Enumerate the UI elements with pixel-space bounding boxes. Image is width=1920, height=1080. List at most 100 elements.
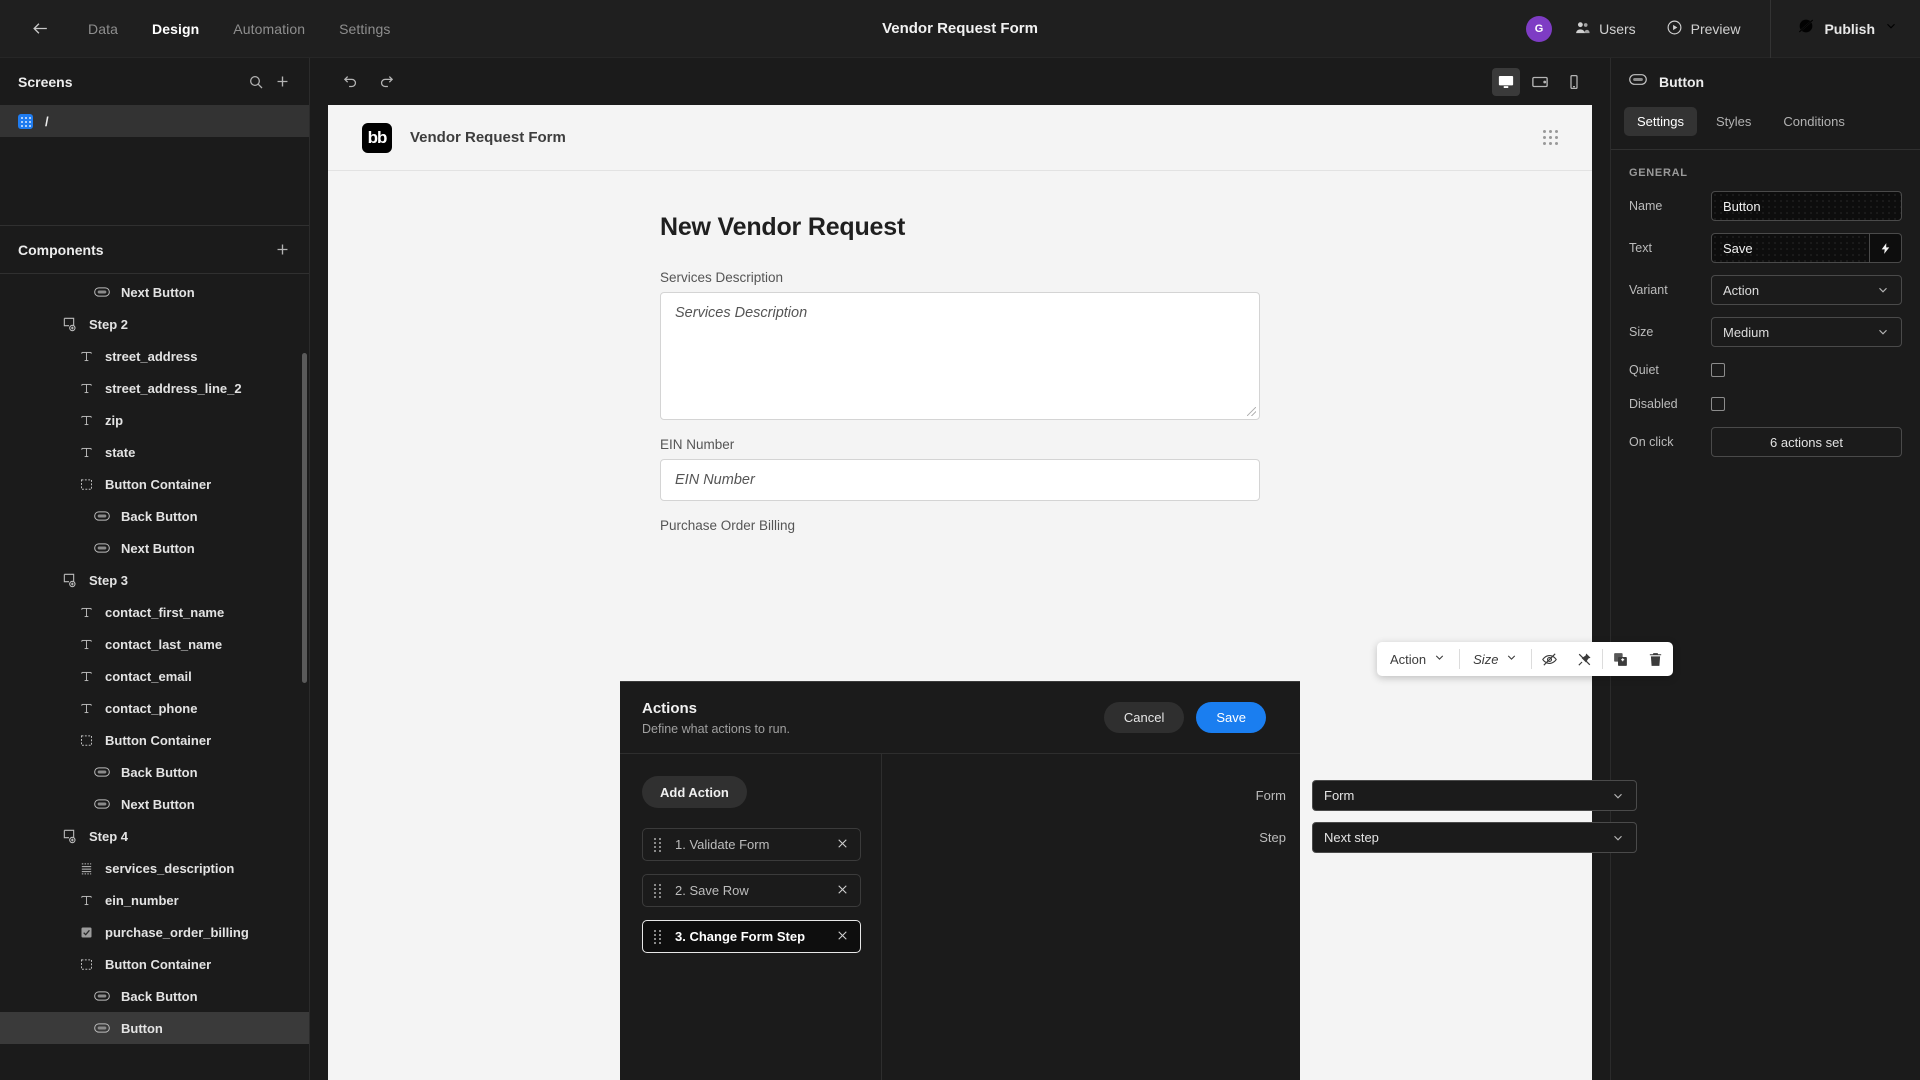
text-input[interactable]: Save — [1711, 233, 1870, 263]
tree-item-button[interactable]: Button — [0, 1012, 309, 1044]
undo-icon[interactable] — [336, 68, 364, 96]
nav-tab-design[interactable]: Design — [152, 21, 199, 37]
variant-label: Action — [1390, 651, 1427, 667]
tree-item-state[interactable]: state — [0, 436, 309, 468]
ein-number-input[interactable]: EIN Number — [660, 459, 1260, 501]
tree-item-street-address[interactable]: street_address — [0, 340, 309, 372]
tree-item-ein-number[interactable]: ein_number — [0, 884, 309, 916]
tree-item-next-button[interactable]: Next Button — [0, 532, 309, 564]
remove-action-icon[interactable] — [836, 929, 849, 944]
name-input[interactable]: Button — [1711, 191, 1902, 221]
tab-styles[interactable]: Styles — [1703, 107, 1764, 136]
tree-item-back-button[interactable]: Back Button — [0, 500, 309, 532]
binding-lightning-icon[interactable] — [1870, 233, 1902, 263]
nav-tab-settings[interactable]: Settings — [339, 21, 390, 37]
form-select[interactable]: Form — [1312, 780, 1637, 811]
redo-icon[interactable] — [372, 68, 400, 96]
tree-item-back-button[interactable]: Back Button — [0, 756, 309, 788]
action-item-3[interactable]: 3. Change Form Step — [642, 920, 861, 953]
tree-item-contact-email[interactable]: contact_email — [0, 660, 309, 692]
tree-item-button-container[interactable]: Button Container — [0, 948, 309, 980]
tree-item-purchase-order-billing[interactable]: purchase_order_billing — [0, 916, 309, 948]
tree-item-label: Step 2 — [89, 316, 129, 332]
actions-drawer: Actions Define what actions to run. Canc… — [620, 681, 1637, 1080]
nav-tab-data[interactable]: Data — [88, 21, 118, 37]
trash-icon[interactable] — [1638, 642, 1673, 676]
cancel-button[interactable]: Cancel — [1103, 702, 1185, 733]
tree-item-services-description[interactable]: services_description — [0, 852, 309, 884]
action-item-1[interactable]: 1. Validate Form — [642, 828, 861, 861]
tree-item-step-2[interactable]: Step 2 — [0, 308, 309, 340]
tree-item-contact-phone[interactable]: contact_phone — [0, 692, 309, 724]
resize-handle[interactable] — [1247, 407, 1256, 416]
drag-handle-icon[interactable] — [654, 929, 661, 944]
step-icon — [62, 316, 78, 332]
button-icon — [94, 510, 110, 522]
property-label-size: Size — [1629, 325, 1654, 339]
action-item-label: 1. Validate Form — [675, 837, 770, 852]
tab-conditions[interactable]: Conditions — [1770, 107, 1857, 136]
add-screen-icon[interactable] — [274, 73, 291, 90]
text-field-icon — [78, 413, 94, 428]
mobile-icon[interactable] — [1560, 68, 1588, 96]
avatar[interactable]: G — [1526, 15, 1553, 42]
section-title-general: GENERAL — [1629, 167, 1688, 179]
preview-label: Preview — [1690, 20, 1741, 37]
add-action-button[interactable]: Add Action — [642, 776, 747, 808]
tree-item-street-address-line-2[interactable]: street_address_line_2 — [0, 372, 309, 404]
save-button[interactable]: Save — [1196, 702, 1266, 733]
tree-item-label: purchase_order_billing — [105, 924, 249, 940]
variant-dropdown[interactable]: Action — [1377, 642, 1459, 676]
screen-item-root[interactable]: / — [0, 105, 309, 137]
play-circle-icon — [1666, 19, 1683, 39]
tree-item-next-button[interactable]: Next Button — [0, 788, 309, 820]
tree-item-button-container[interactable]: Button Container — [0, 468, 309, 500]
drag-handle-icon[interactable] — [654, 883, 661, 898]
tree-item-step-3[interactable]: Step 3 — [0, 564, 309, 596]
users-button[interactable]: Users — [1574, 19, 1636, 39]
search-icon[interactable] — [248, 74, 264, 90]
tree-item-contact-last-name[interactable]: contact_last_name — [0, 628, 309, 660]
quiet-checkbox[interactable] — [1711, 363, 1725, 377]
long-form-icon — [78, 861, 94, 876]
components-panel-header: Components — [0, 226, 309, 273]
field-label-purchase-order-billing: Purchase Order Billing — [660, 518, 796, 533]
tree-item-button-container[interactable]: Button Container — [0, 724, 309, 756]
tree-item-label: ein_number — [105, 892, 179, 908]
remove-action-icon[interactable] — [836, 883, 849, 898]
tablet-icon[interactable] — [1526, 68, 1554, 96]
remove-action-icon[interactable] — [836, 837, 849, 852]
preview-app-header: bb Vendor Request Form — [328, 105, 1592, 171]
tab-settings[interactable]: Settings — [1624, 107, 1697, 136]
size-dropdown[interactable]: Size — [1460, 642, 1531, 676]
services-description-textarea[interactable]: Services Description — [660, 292, 1260, 420]
tree-item-label: Next Button — [121, 796, 195, 812]
tree-item-zip[interactable]: zip — [0, 404, 309, 436]
tree-item-back-button[interactable]: Back Button — [0, 980, 309, 1012]
tree-item-label: Button Container — [105, 476, 212, 492]
nav-tab-automation[interactable]: Automation — [233, 21, 305, 37]
tree-item-label: services_description — [105, 860, 235, 876]
grid-dots-icon[interactable] — [1543, 130, 1558, 145]
add-component-icon[interactable] — [274, 241, 291, 258]
duplicate-icon[interactable] — [1603, 642, 1638, 676]
chevron-down-icon[interactable] — [1884, 19, 1898, 38]
preview-button[interactable]: Preview — [1666, 19, 1741, 39]
tree-item-step-4[interactable]: Step 4 — [0, 820, 309, 852]
variant-select[interactable]: Action — [1711, 275, 1902, 305]
drag-handle-icon[interactable] — [654, 837, 661, 852]
action-item-2[interactable]: 2. Save Row — [642, 874, 861, 907]
tree-scrollbar[interactable] — [302, 353, 307, 683]
step-select[interactable]: Next step — [1312, 822, 1637, 853]
desktop-icon[interactable] — [1492, 67, 1520, 96]
publish-button[interactable]: Publish — [1797, 17, 1898, 40]
on-click-actions-button[interactable]: 6 actions set — [1711, 427, 1902, 457]
eye-off-icon[interactable] — [1532, 642, 1567, 676]
size-select[interactable]: Medium — [1711, 317, 1902, 347]
back-arrow-icon[interactable] — [22, 11, 58, 47]
field-label-ein-number: EIN Number — [660, 437, 735, 452]
unpin-icon[interactable] — [1567, 642, 1602, 676]
tree-item-contact-first-name[interactable]: contact_first_name — [0, 596, 309, 628]
tree-item-next-button[interactable]: Next Button — [0, 276, 309, 308]
disabled-checkbox[interactable] — [1711, 397, 1725, 411]
